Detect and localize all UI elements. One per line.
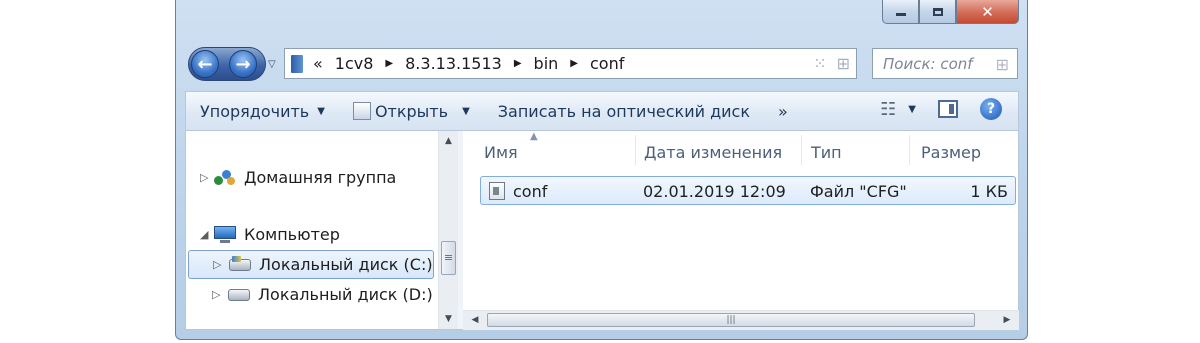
forward-button[interactable]: →	[229, 50, 257, 78]
more-commands-button[interactable]: »	[764, 102, 802, 121]
sidebar-item-homegroup[interactable]: ▷ Домашняя группа	[200, 168, 396, 187]
collapse-arrow-icon[interactable]: ◢	[200, 228, 214, 241]
breadcrumb-separator-icon[interactable]: ▶	[514, 58, 522, 69]
minimize-button[interactable]	[882, 0, 919, 24]
organize-label: Упорядочить	[200, 101, 310, 121]
sidebar-item-label: Компьютер	[244, 225, 340, 244]
file-size: 1 КБ	[970, 182, 1008, 201]
open-file-icon	[352, 102, 371, 120]
sidebar-item-computer[interactable]: ◢ Компьютер	[200, 225, 340, 244]
breadcrumb-item[interactable]: 1cv8	[335, 54, 374, 73]
back-button[interactable]: ←	[191, 50, 219, 78]
sidebar-item-drive-d[interactable]: ▷ Локальный диск (D:)	[212, 285, 433, 304]
resize-grip-icon: ⁙	[813, 54, 827, 73]
search-icon[interactable]: ⊞	[996, 55, 1009, 74]
column-header-type[interactable]: Тип	[811, 143, 842, 162]
column-header-name[interactable]: Имя	[484, 143, 518, 162]
homegroup-icon	[214, 169, 236, 186]
breadcrumb-separator-icon[interactable]: ▶	[385, 58, 393, 69]
vertical-scrollbar[interactable]: ▲ ≡ ▼	[438, 131, 458, 329]
back-arrow-icon: ←	[197, 53, 213, 75]
system-drive-icon	[229, 255, 251, 271]
column-header-date[interactable]: Дата изменения	[644, 143, 782, 162]
file-row[interactable]: conf 02.01.2019 12:09 Файл "CFG" 1 КБ	[480, 176, 1016, 205]
burn-disc-button[interactable]: Записать на оптический диск	[484, 102, 764, 121]
burn-disc-label: Записать на оптический диск	[497, 101, 751, 121]
breadcrumb-item[interactable]: conf	[590, 54, 624, 73]
column-divider[interactable]	[635, 135, 636, 165]
sidebar-item-label: Локальный диск (D:)	[258, 285, 433, 304]
chevron-down-icon: ▼	[462, 105, 470, 117]
navigation-pane: ▷ Домашняя группа ◢ Компьютер ▷ Локальны…	[186, 131, 458, 329]
open-button[interactable]: Открыть ▼	[339, 102, 484, 121]
close-icon: ✕	[981, 2, 994, 21]
minimize-icon	[895, 13, 906, 16]
column-headers: ▲ Имя Дата изменения Тип Размер	[463, 131, 1019, 169]
open-label: Открыть	[374, 101, 449, 121]
horizontal-scrollbar[interactable]: ◀ ||| ▶	[463, 310, 1019, 330]
preview-pane-icon[interactable]	[938, 100, 958, 118]
sidebar-item-label: Домашняя группа	[244, 168, 397, 187]
breadcrumb-item[interactable]: 8.3.13.1513	[405, 54, 502, 73]
scroll-left-icon[interactable]: ◀	[467, 312, 483, 328]
maximize-icon	[932, 7, 943, 16]
organize-button[interactable]: Упорядочить ▼	[186, 102, 339, 121]
explorer-window: ✕ ← → ▽ « 1cv8 ▶ 8.3.13.1513 ▶ bin ▶ con…	[175, 0, 1028, 340]
file-type: Файл "CFG"	[810, 182, 907, 201]
scroll-down-icon[interactable]: ▼	[439, 311, 458, 327]
column-divider[interactable]	[909, 135, 910, 165]
computer-icon	[214, 225, 236, 244]
sidebar-item-label: Локальный диск (C:)	[259, 255, 433, 274]
command-bar: Упорядочить ▼ Открыть ▼ Записать на опти…	[185, 91, 1019, 131]
navigation-buttons: ← → ▽	[188, 47, 280, 83]
caption-buttons: ✕	[882, 0, 1019, 26]
views-icon: ☷	[880, 98, 897, 120]
file-name: conf	[513, 182, 548, 201]
cfg-file-icon	[489, 182, 505, 200]
search-input[interactable]: Поиск: conf ⊞	[872, 48, 1018, 79]
expand-arrow-icon[interactable]: ▷	[213, 258, 227, 271]
content-area: ▷ Домашняя группа ◢ Компьютер ▷ Локальны…	[185, 131, 1019, 330]
address-bar[interactable]: « 1cv8 ▶ 8.3.13.1513 ▶ bin ▶ conf ⁙ ⊞	[284, 48, 857, 79]
file-list: ▲ Имя Дата изменения Тип Размер conf 02.…	[463, 131, 1019, 330]
scroll-up-icon[interactable]: ▲	[439, 133, 458, 149]
recent-pages-dropdown[interactable]: ▽	[268, 59, 276, 70]
column-header-size[interactable]: Размер	[921, 143, 981, 162]
breadcrumb-item[interactable]: bin	[534, 54, 559, 73]
file-date: 02.01.2019 12:09	[643, 182, 786, 201]
close-button[interactable]: ✕	[956, 0, 1019, 24]
sort-ascending-icon: ▲	[530, 131, 538, 142]
breadcrumb-separator-icon[interactable]: ▶	[570, 58, 578, 69]
chevron-down-icon: ▼	[317, 105, 325, 117]
toolbar-right-group: ☷ ▼ ?	[880, 98, 1002, 120]
breadcrumb-overflow[interactable]: «	[313, 54, 323, 73]
scroll-right-icon[interactable]: ▶	[999, 312, 1015, 328]
refresh-icon[interactable]: ⊞	[837, 54, 850, 73]
more-commands-label: »	[778, 101, 788, 121]
expand-arrow-icon[interactable]: ▷	[200, 171, 214, 184]
drive-icon	[228, 288, 250, 301]
chevron-down-icon: ▼	[908, 103, 916, 115]
column-divider[interactable]	[801, 135, 802, 165]
expand-arrow-icon[interactable]: ▷	[212, 288, 226, 301]
scroll-thumb[interactable]: ≡	[441, 241, 456, 275]
folder-icon	[291, 54, 303, 73]
sidebar-item-drive-c[interactable]: ▷ Локальный диск (C:)	[188, 250, 434, 279]
scroll-thumb[interactable]: |||	[487, 313, 975, 327]
search-placeholder: Поиск: conf	[883, 54, 973, 73]
help-icon[interactable]: ?	[980, 98, 1002, 120]
maximize-button[interactable]	[919, 0, 956, 24]
address-bar-tools: ⁙ ⊞	[813, 54, 850, 73]
change-view-button[interactable]: ☷ ▼	[880, 99, 916, 120]
forward-arrow-icon: →	[235, 53, 251, 75]
